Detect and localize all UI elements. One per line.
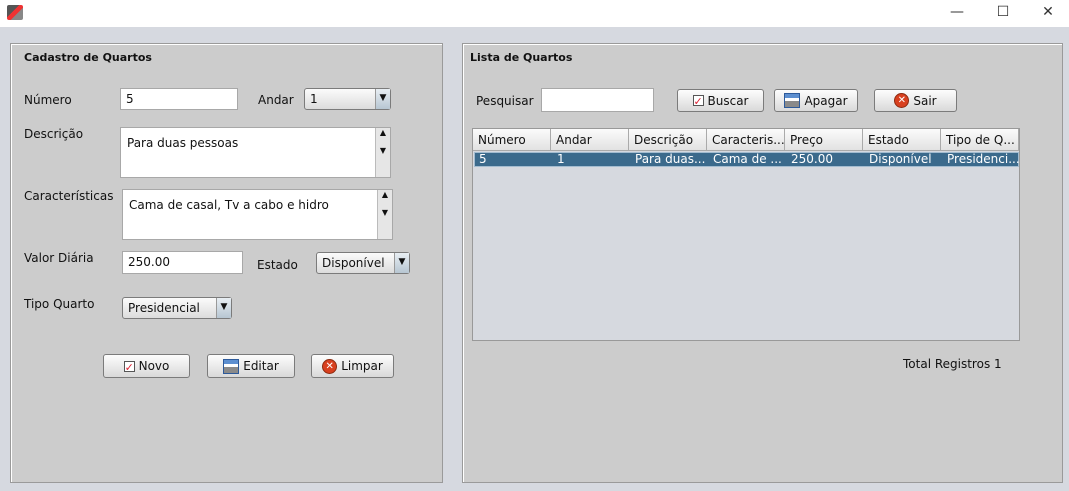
limpar-label: Limpar	[341, 359, 383, 373]
column-header[interactable]: Andar	[551, 129, 629, 151]
quartos-table[interactable]: Número Andar Descrição Caracteris... Pre…	[472, 128, 1020, 341]
table-cell: Para duas...	[635, 153, 706, 166]
estado-value: Disponível	[322, 256, 385, 270]
pesquisar-input[interactable]	[541, 88, 654, 112]
caracteristicas-label: Características	[24, 189, 114, 203]
pesquisar-label: Pesquisar	[476, 94, 534, 108]
column-header[interactable]: Número	[473, 129, 551, 151]
table-row[interactable]: 5 1 Para duas... Cama de ... 250.00 Disp…	[474, 152, 1020, 167]
estado-label: Estado	[257, 258, 298, 272]
close-icon: ✕	[894, 93, 910, 108]
apagar-label: Apagar	[804, 93, 848, 108]
lista-title: Lista de Quartos	[470, 51, 573, 64]
apagar-button[interactable]: Apagar	[774, 89, 858, 112]
column-header[interactable]: Caracteris...	[707, 129, 785, 151]
caracteristicas-textarea[interactable]: Cama de casal, Tv a cabo e hidro ▲ ▼	[122, 189, 393, 240]
title-bar: — ☐ ✕	[0, 0, 1069, 27]
descricao-textarea[interactable]: Para duas pessoas ▲ ▼	[120, 127, 391, 178]
novo-button[interactable]: ✓ Novo	[103, 354, 190, 378]
tipo-select[interactable]: Presidencial ▼	[122, 297, 232, 319]
andar-select[interactable]: 1 ▼	[304, 88, 391, 110]
maximize-button[interactable]: ☐	[980, 0, 1026, 27]
cadastro-title: Cadastro de Quartos	[24, 51, 152, 64]
table-cell: 5	[479, 153, 487, 166]
valor-input[interactable]: 250.00	[122, 251, 243, 274]
column-header[interactable]: Descrição	[629, 129, 707, 151]
tipo-label: Tipo Quarto	[24, 297, 95, 311]
novo-label: Novo	[138, 359, 170, 373]
tipo-value: Presidencial	[128, 301, 200, 315]
column-header[interactable]: Tipo de Q...	[941, 129, 1019, 151]
table-cell: 1	[557, 153, 565, 166]
descricao-value: Para duas pessoas	[127, 136, 239, 150]
table-cell: Disponível	[869, 153, 932, 166]
caracteristicas-value: Cama de casal, Tv a cabo e hidro	[129, 198, 329, 212]
scrollbar[interactable]: ▲ ▼	[375, 128, 390, 177]
checkbox-icon: ✓	[692, 95, 704, 108]
save-icon	[223, 358, 240, 374]
sair-label: Sair	[913, 93, 937, 108]
table-cell: Presidenci...	[947, 153, 1020, 166]
editar-label: Editar	[243, 359, 279, 373]
column-header[interactable]: Preço	[785, 129, 863, 151]
andar-label: Andar	[258, 93, 294, 107]
numero-label: Número	[24, 93, 72, 107]
table-cell: Cama de ...	[713, 153, 782, 166]
numero-input[interactable]: 5	[120, 88, 238, 110]
sair-button[interactable]: ✕ Sair	[874, 89, 957, 112]
column-header[interactable]: Estado	[863, 129, 941, 151]
buscar-label: Buscar	[707, 93, 749, 108]
scrollbar[interactable]: ▲ ▼	[377, 190, 392, 239]
andar-value: 1	[310, 92, 318, 106]
close-icon: ✕	[322, 358, 338, 374]
limpar-button[interactable]: ✕ Limpar	[311, 354, 394, 378]
checkbox-icon: ✓	[123, 360, 135, 374]
close-button[interactable]: ✕	[1025, 0, 1069, 27]
estado-select[interactable]: Disponível ▼	[316, 252, 410, 274]
save-icon	[784, 93, 801, 108]
buscar-button[interactable]: ✓ Buscar	[677, 89, 764, 112]
total-registros: Total Registros 1	[903, 357, 1002, 371]
editar-button[interactable]: Editar	[207, 354, 295, 378]
descricao-label: Descrição	[24, 127, 84, 141]
valor-label: Valor Diária	[24, 251, 94, 265]
app-icon	[7, 5, 23, 20]
chevron-down-icon: ▼	[394, 253, 409, 273]
table-cell: 250.00	[791, 153, 833, 166]
minimize-button[interactable]: —	[934, 0, 980, 27]
chevron-down-icon: ▼	[375, 89, 390, 109]
chevron-down-icon: ▼	[216, 298, 231, 318]
